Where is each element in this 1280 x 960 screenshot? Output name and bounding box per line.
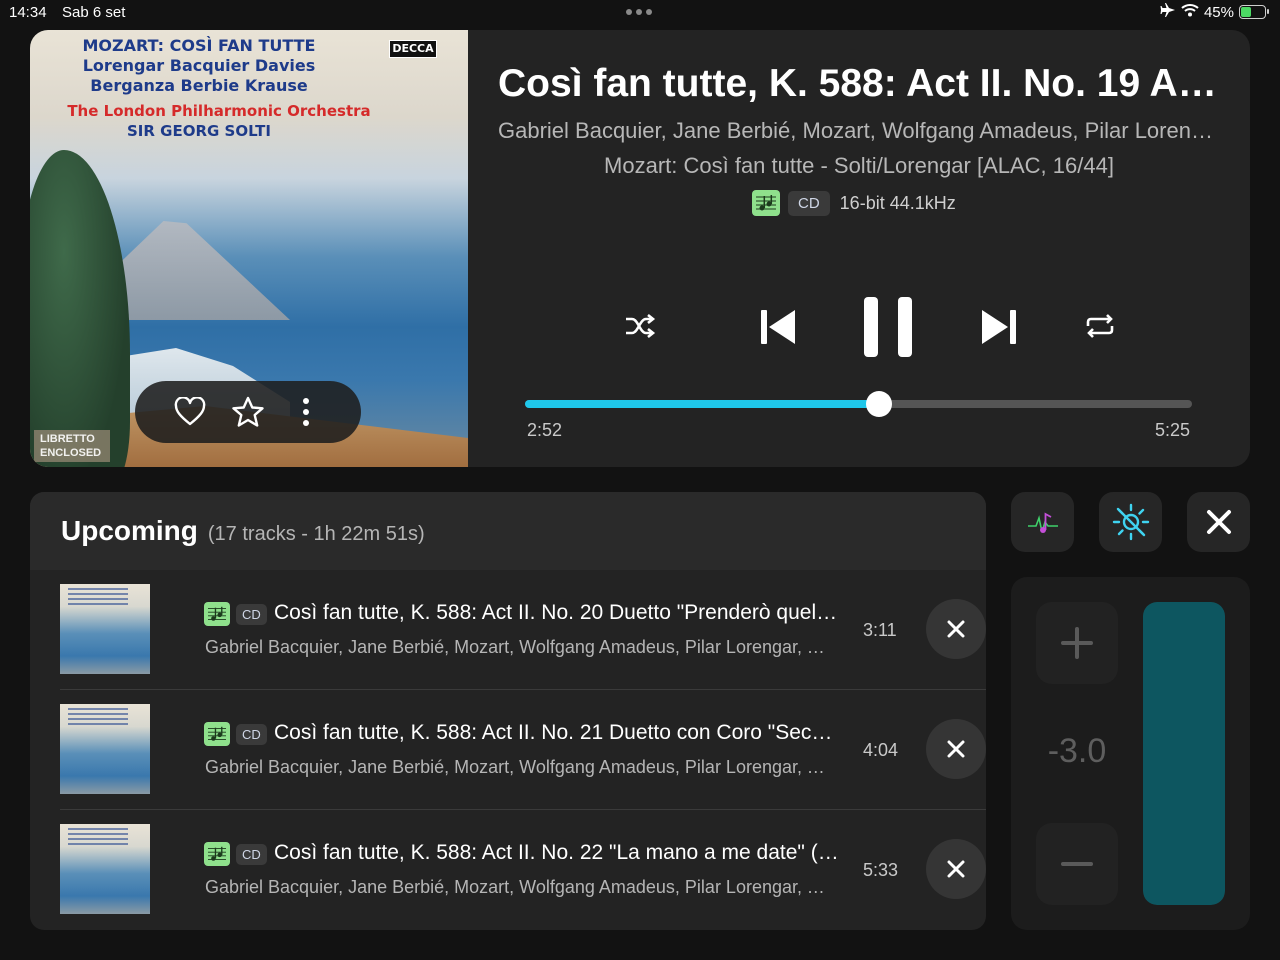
- battery-charging-icon: [1239, 5, 1269, 19]
- remove-track-button[interactable]: [926, 719, 986, 779]
- progress-thumb[interactable]: [865, 391, 892, 417]
- pause-button[interactable]: [856, 292, 920, 362]
- progress-bar[interactable]: [525, 391, 1192, 417]
- status-time: 14:34: [9, 4, 47, 21]
- now-playing-card: MOZART: COSÌ FAN TUTTE Lorengar Bacquier…: [30, 30, 1250, 467]
- music-note-badge-icon: [204, 842, 230, 866]
- decca-logo: DECCA: [389, 40, 437, 58]
- track-title: Così fan tutte, K. 588: Act II. No. 19 A…: [498, 62, 1220, 105]
- sample-rate: 16-bit 44.1kHz: [839, 192, 956, 213]
- next-track-icon[interactable]: [976, 304, 1022, 350]
- upcoming-queue: Upcoming (17 tracks - 1h 22m 51s) CD Cos…: [30, 492, 986, 930]
- queue-track-title: Così fan tutte, K. 588: Act II. No. 22 "…: [274, 841, 840, 864]
- remove-track-button[interactable]: [926, 839, 986, 899]
- status-bar: 14:34 Sab 6 set 45%: [0, 0, 1280, 26]
- queue-row[interactable]: CD Così fan tutte, K. 588: Act II. No. 2…: [60, 690, 986, 810]
- queue-track-artists: Gabriel Bacquier, Jane Berbié, Mozart, W…: [205, 877, 825, 897]
- volume-fill: [1143, 602, 1225, 905]
- queue-track-title: Così fan tutte, K. 588: Act II. No. 21 D…: [274, 721, 840, 744]
- audio-analysis-button[interactable]: [1011, 492, 1074, 552]
- status-indicators: 45%: [1160, 3, 1269, 21]
- close-icon: [947, 740, 965, 758]
- track-thumbnail: [60, 704, 150, 794]
- previous-track-icon[interactable]: [755, 304, 801, 350]
- airplane-icon: [1160, 3, 1176, 21]
- album-cover[interactable]: MOZART: COSÌ FAN TUTTE Lorengar Bacquier…: [30, 30, 468, 467]
- volume-panel: -3.0: [1011, 577, 1250, 930]
- queue-header: Upcoming (17 tracks - 1h 22m 51s): [30, 492, 986, 570]
- heart-icon[interactable]: [170, 392, 210, 432]
- cover-cast-line: Lorengar Bacquier Davies: [82, 56, 316, 75]
- track-badges: CD: [204, 602, 267, 626]
- multitasking-dots-icon[interactable]: [626, 9, 652, 15]
- track-artists[interactable]: Gabriel Bacquier, Jane Berbié, Mozart, W…: [498, 118, 1220, 144]
- format-badge: CD: [236, 603, 267, 625]
- music-note-badge-icon: [204, 602, 230, 626]
- track-thumbnail: [60, 824, 150, 914]
- close-icon: [947, 620, 965, 638]
- music-note-badge-icon: [752, 190, 780, 216]
- plus-icon: [1061, 627, 1093, 659]
- cover-action-bar: [135, 381, 361, 443]
- battery-percent: 45%: [1203, 3, 1234, 21]
- libretto-label: LIBRETTO ENCLOSED: [34, 430, 110, 462]
- close-icon: [947, 860, 965, 878]
- track-thumbnail: [60, 584, 150, 674]
- track-badges: CD: [204, 842, 267, 866]
- cover-cast-line: Berganza Berbie Krause: [90, 76, 308, 95]
- queue-row[interactable]: CD Così fan tutte, K. 588: Act II. No. 2…: [60, 810, 986, 930]
- queue-track-artists: Gabriel Bacquier, Jane Berbié, Mozart, W…: [205, 757, 825, 777]
- format-badge: CD: [236, 723, 267, 745]
- cover-conductor-line: SIR GEORG SOLTI: [127, 122, 271, 140]
- music-note-badge-icon: [204, 722, 230, 746]
- cover-title-line: MOZART: COSÌ FAN TUTTE: [82, 36, 316, 55]
- track-badges: CD: [204, 722, 267, 746]
- queue-track-title: Così fan tutte, K. 588: Act II. No. 20 D…: [274, 601, 840, 624]
- dsp-toggle-button[interactable]: [1099, 492, 1162, 552]
- progress-fill: [525, 400, 879, 408]
- cover-orchestra-line: The London Philharmonic Orchestra: [67, 102, 371, 120]
- star-icon[interactable]: [228, 392, 268, 432]
- shuffle-icon[interactable]: [620, 306, 660, 346]
- more-options-icon[interactable]: [286, 392, 326, 432]
- queue-track-duration: 4:04: [863, 740, 899, 760]
- status-date: Sab 6 set: [62, 4, 126, 21]
- format-badge: CD: [236, 843, 267, 865]
- queue-track-duration: 5:33: [863, 860, 899, 880]
- track-album[interactable]: Mozart: Così fan tutte - Solti/Lorengar …: [498, 153, 1220, 179]
- elapsed-time: 2:52: [527, 420, 563, 440]
- queue-track-duration: 3:11: [863, 620, 897, 640]
- format-badge: CD: [788, 190, 830, 216]
- repeat-icon[interactable]: [1080, 306, 1120, 346]
- volume-down-button[interactable]: [1036, 823, 1118, 905]
- cover-tree: [30, 150, 130, 467]
- queue-summary: (17 tracks - 1h 22m 51s): [207, 522, 425, 545]
- total-time: 5:25: [1154, 420, 1190, 440]
- transport-controls: [620, 292, 1114, 362]
- minus-icon: [1061, 862, 1093, 866]
- sun-off-icon: [1112, 503, 1149, 541]
- volume-value: -3.0: [1047, 732, 1107, 770]
- volume-slider[interactable]: [1143, 602, 1225, 905]
- queue-title: Upcoming: [61, 515, 198, 546]
- close-button[interactable]: [1187, 492, 1250, 552]
- wifi-icon: [1181, 3, 1199, 21]
- queue-row[interactable]: CD Così fan tutte, K. 588: Act II. No. 2…: [60, 570, 986, 690]
- close-icon: [1206, 510, 1231, 534]
- volume-up-button[interactable]: [1036, 602, 1118, 684]
- quality-info: CD 16-bit 44.1kHz: [752, 190, 956, 216]
- queue-track-artists: Gabriel Bacquier, Jane Berbié, Mozart, W…: [205, 637, 825, 657]
- battery-level: [1241, 7, 1252, 17]
- waveform-note-icon: [1027, 512, 1058, 533]
- remove-track-button[interactable]: [926, 599, 986, 659]
